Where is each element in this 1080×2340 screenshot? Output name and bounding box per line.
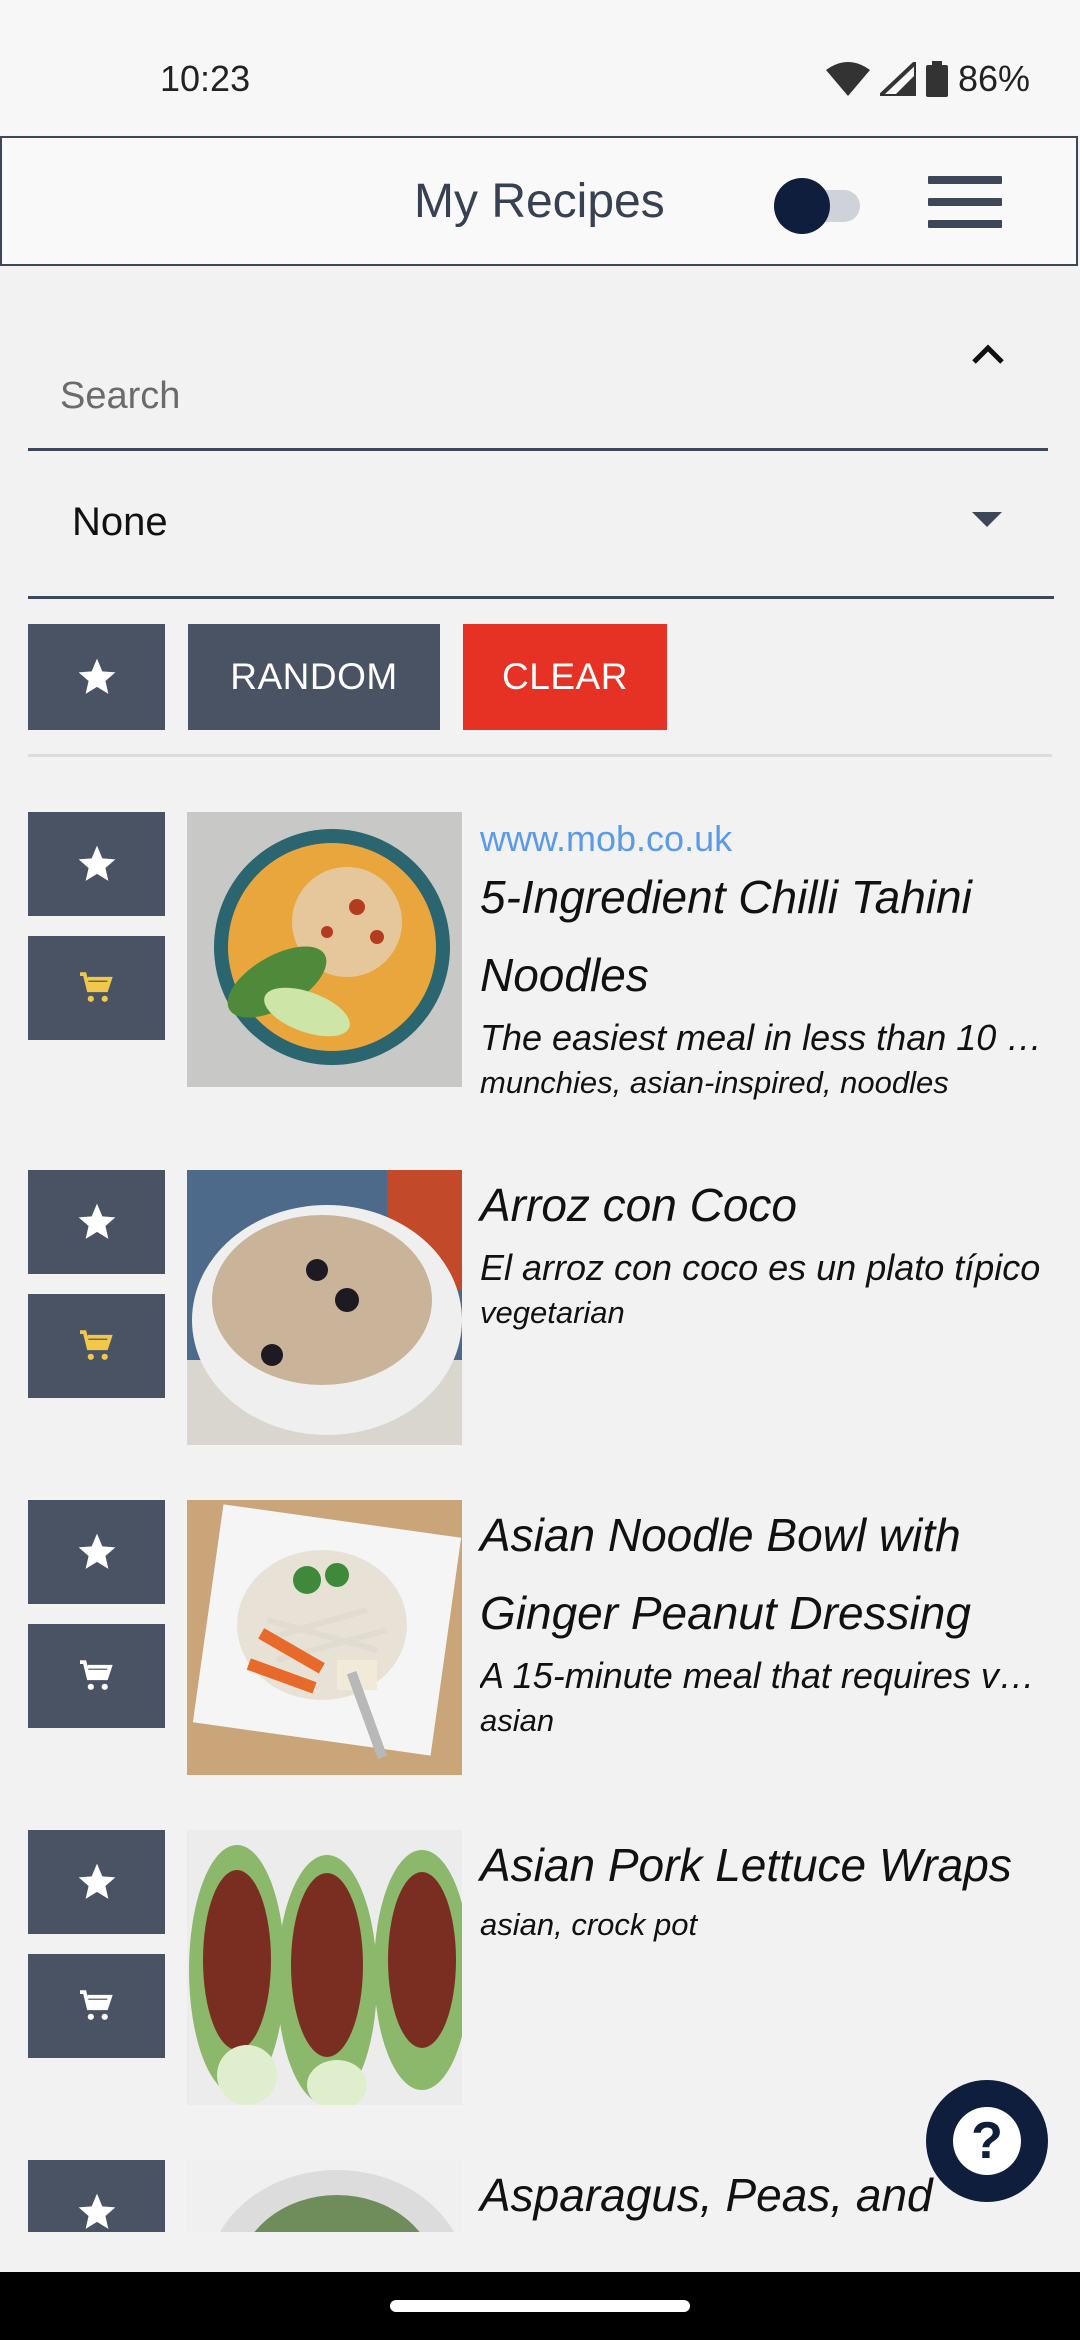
filter-selected-value: None xyxy=(72,500,168,544)
recipe-info: www.mob.co.uk 5-Ingredient Chilli Tahini… xyxy=(480,812,1060,1104)
favorite-button[interactable] xyxy=(28,812,165,916)
page-title: My Recipes xyxy=(414,175,665,228)
recipe-tags: vegetarian xyxy=(480,1295,625,1330)
recipe-title: Arroz con Coco xyxy=(480,1179,798,1231)
recipe-description: The easiest meal in less than 10 minutes xyxy=(480,1017,1050,1058)
recipe-image[interactable] xyxy=(187,812,462,1087)
cart-icon xyxy=(79,1990,113,2020)
recipe-title: Asian Noodle Bowl with Ginger Peanut Dre… xyxy=(480,1509,971,1639)
clear-button[interactable]: CLEAR xyxy=(463,624,667,730)
question-icon: ? xyxy=(953,2107,1021,2175)
recipe-tags: asian, crock pot xyxy=(480,1907,698,1942)
signal-icon xyxy=(879,62,916,96)
star-icon xyxy=(78,845,115,881)
recipe-description: A 15-minute meal that requires very litt… xyxy=(480,1655,1050,1696)
search-input[interactable] xyxy=(28,360,962,432)
star-icon xyxy=(78,1863,115,1899)
recipe-source[interactable]: www.mob.co.uk xyxy=(480,816,1060,862)
recipe-list: www.mob.co.uk 5-Ingredient Chilli Tahini… xyxy=(0,770,1080,2232)
chevron-up-icon[interactable] xyxy=(968,338,1008,368)
recipe-info: Asian Noodle Bowl with Ginger Peanut Dre… xyxy=(480,1500,1060,1742)
star-icon xyxy=(78,658,115,694)
app-header: My Recipes xyxy=(0,136,1078,266)
random-button[interactable]: RANDOM xyxy=(188,624,440,730)
favorite-button[interactable] xyxy=(28,1500,165,1604)
favorite-button[interactable] xyxy=(28,1170,165,1274)
recipe-tags: asian xyxy=(480,1703,555,1738)
recipe-image[interactable] xyxy=(187,1830,462,2105)
theme-toggle[interactable] xyxy=(774,178,870,234)
search-field xyxy=(28,300,1048,451)
favorite-button[interactable] xyxy=(28,2160,165,2232)
add-to-cart-button[interactable] xyxy=(28,1294,165,1398)
star-icon xyxy=(78,2193,115,2229)
system-nav-bar xyxy=(0,2272,1080,2340)
hamburger-icon[interactable] xyxy=(928,176,1002,234)
status-time: 10:23 xyxy=(160,58,251,99)
recipe-info: Asian Pork Lettuce Wraps asian, crock po… xyxy=(480,1830,1060,1946)
cart-icon xyxy=(79,1660,113,1690)
status-icons: 86% xyxy=(825,58,1030,100)
toggle-knob xyxy=(774,178,830,234)
battery-level: 86% xyxy=(957,58,1030,99)
add-to-cart-button[interactable] xyxy=(28,936,165,1040)
cart-icon xyxy=(79,972,113,1002)
cart-icon xyxy=(79,1330,113,1360)
caret-down-icon xyxy=(972,512,1002,527)
help-button[interactable]: ? xyxy=(926,2080,1048,2202)
recipe-description: El arroz con coco es un plato típico xyxy=(480,1247,1041,1288)
recipe-title: 5-Ingredient Chilli Tahini Noodles xyxy=(480,871,972,1001)
recipe-image[interactable] xyxy=(187,2160,462,2232)
add-to-cart-button[interactable] xyxy=(28,1624,165,1728)
favorites-filter-button[interactable] xyxy=(28,624,165,730)
divider xyxy=(28,754,1052,757)
recipe-title: Asian Pork Lettuce Wraps xyxy=(480,1839,1012,1891)
status-bar: 10:23 86% xyxy=(0,0,1080,135)
recipe-info: Arroz con Coco El arroz con coco es un p… xyxy=(480,1170,1060,1334)
star-icon xyxy=(78,1203,115,1239)
wifi-icon xyxy=(825,62,870,96)
recipe-image[interactable] xyxy=(187,1170,462,1445)
filter-select[interactable]: None xyxy=(28,458,1054,599)
star-icon xyxy=(78,1533,115,1569)
battery-icon xyxy=(925,61,948,97)
home-gesture-handle[interactable] xyxy=(390,2300,690,2312)
favorite-button[interactable] xyxy=(28,1830,165,1934)
add-to-cart-button[interactable] xyxy=(28,1954,165,2058)
recipe-tags: munchies, asian-inspired, noodles xyxy=(480,1065,949,1100)
recipe-image[interactable] xyxy=(187,1500,462,1775)
